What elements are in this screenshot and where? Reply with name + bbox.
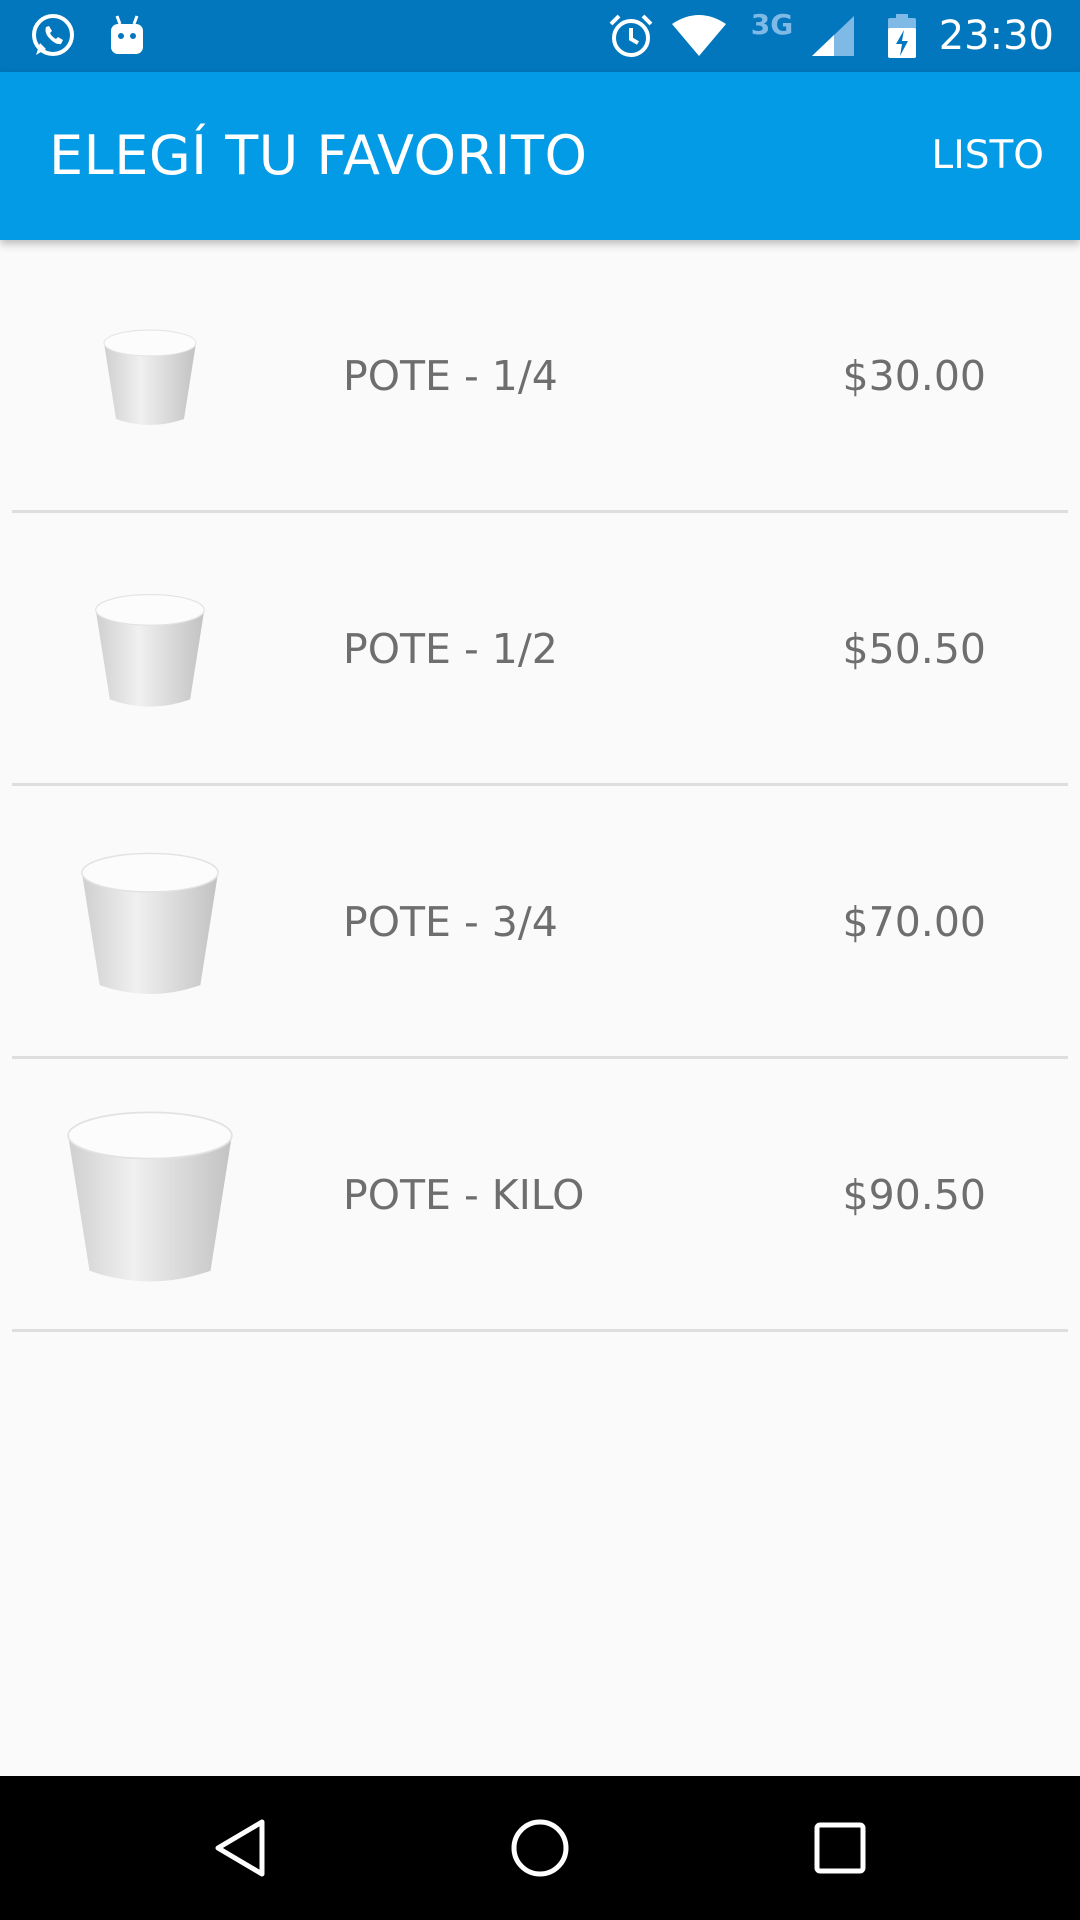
- back-icon[interactable]: [160, 1776, 320, 1920]
- network-type-label: 3G: [750, 8, 794, 41]
- list-item[interactable]: POTE - KILO $90.50: [0, 1059, 1080, 1332]
- screen: 3G 23:30 ELEGÍ TU FAVORITO LISTO POTE - …: [0, 0, 1080, 1920]
- product-price: $90.50: [842, 1171, 986, 1219]
- divider: [12, 1329, 1068, 1332]
- home-icon[interactable]: [460, 1776, 620, 1920]
- wifi-icon: [668, 0, 730, 72]
- cell-signal-icon: [808, 0, 858, 72]
- cup-icon: [0, 513, 300, 786]
- status-time: 23:30: [938, 13, 1054, 59]
- status-bar: 3G 23:30: [0, 0, 1080, 72]
- product-name: POTE - KILO: [343, 1171, 585, 1219]
- page-title: ELEGÍ TU FAVORITO: [49, 124, 588, 187]
- whatsapp-icon: [26, 0, 80, 72]
- list-item[interactable]: POTE - 1/2 $50.50: [0, 513, 1080, 786]
- recents-icon[interactable]: [760, 1776, 920, 1920]
- product-name: POTE - 3/4: [343, 898, 558, 946]
- android-icon: [104, 0, 150, 72]
- list-item[interactable]: POTE - 3/4 $70.00: [0, 786, 1080, 1059]
- cup-icon: [0, 786, 300, 1059]
- cup-icon: [0, 1059, 300, 1332]
- alarm-icon: [604, 0, 658, 72]
- app-bar: ELEGÍ TU FAVORITO LISTO: [0, 72, 1080, 240]
- done-button[interactable]: LISTO: [931, 72, 1044, 240]
- product-price: $30.00: [842, 352, 986, 400]
- battery-charging-icon: [884, 0, 920, 72]
- product-name: POTE - 1/2: [343, 625, 558, 673]
- product-list: POTE - 1/4 $30.00 POTE - 1/2 $50.50 POTE…: [0, 240, 1080, 1332]
- product-price: $70.00: [842, 898, 986, 946]
- list-item[interactable]: POTE - 1/4 $30.00: [0, 240, 1080, 513]
- cup-icon: [0, 240, 300, 513]
- navigation-bar: [0, 1776, 1080, 1920]
- product-name: POTE - 1/4: [343, 352, 558, 400]
- product-price: $50.50: [842, 625, 986, 673]
